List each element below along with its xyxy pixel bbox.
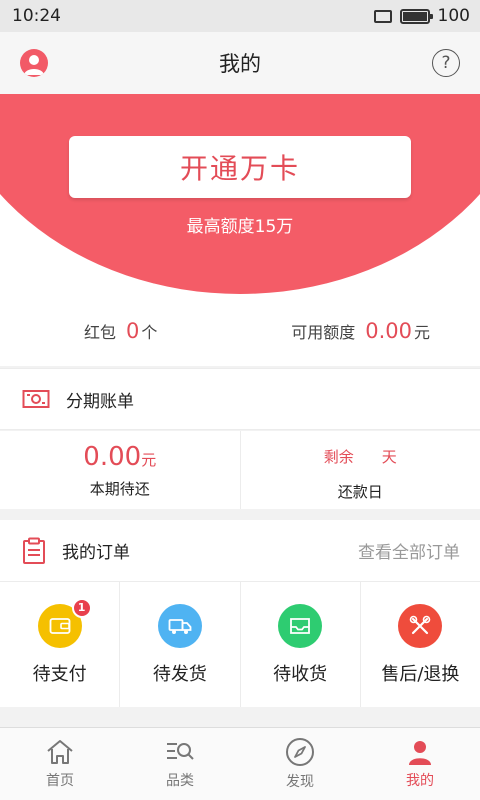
bill-icon (22, 390, 50, 408)
compass-icon (286, 738, 314, 766)
order-after-sales-label: 售后/退换 (381, 663, 460, 685)
person-icon (409, 741, 431, 765)
status-bar: 10:24 100 (0, 0, 480, 32)
truck-icon (157, 603, 202, 648)
order-pending-payment-label: 待支付 (32, 663, 87, 685)
installment-details: 0.00元 本期待还 剩余天 还款日 (0, 431, 480, 509)
order-pending-payment[interactable]: 1 待支付 (0, 582, 119, 707)
help-icon[interactable]: ? (432, 49, 460, 77)
bottom-tab-bar: 首页 品类 发现 我的 (0, 727, 480, 800)
red-packet-unit: 个 (141, 323, 158, 342)
avatar-icon[interactable] (20, 49, 48, 77)
open-card-button[interactable]: 开通万卡 (69, 136, 411, 198)
battery-level: 100 (437, 6, 470, 26)
order-pending-shipment-label: 待发货 (152, 663, 207, 685)
order-status-row: 1 待支付 待发货 待收货 售后/退换 (0, 582, 480, 707)
tab-home-label: 首页 (46, 773, 74, 789)
available-credit-unit: 元 (413, 323, 430, 342)
order-pending-receipt-label: 待收货 (273, 663, 328, 685)
battery-icon (399, 8, 433, 24)
installment-title: 分期账单 (66, 391, 134, 412)
available-credit-summary[interactable]: 可用额度 0.00 元 (291, 319, 430, 343)
balance-summary: 红包 0 个 可用额度 0.00 元 (0, 296, 480, 366)
tab-home[interactable]: 首页 (0, 728, 120, 800)
tab-mine-label: 我的 (406, 773, 434, 789)
sim-icon (373, 9, 392, 23)
tab-category-label: 品类 (166, 773, 194, 789)
available-credit-label: 可用额度 (291, 323, 356, 342)
tab-mine[interactable]: 我的 (360, 728, 480, 800)
pending-payment-badge: 1 (71, 597, 92, 618)
tab-discover[interactable]: 发现 (240, 728, 360, 800)
current-due-cell[interactable]: 0.00元 本期待还 (0, 431, 240, 509)
category-search-icon (167, 743, 194, 760)
wallet-icon: 1 (37, 597, 92, 648)
credit-limit-text: 最高额度15万 (186, 217, 294, 237)
due-date-cell[interactable]: 剩余天 还款日 (239, 431, 480, 509)
days-remaining: 剩余天 (323, 448, 397, 466)
tab-category[interactable]: 品类 (120, 728, 240, 800)
available-credit-value: 0.00 (365, 319, 412, 343)
orders-header: 我的订单 查看全部订单 (0, 520, 480, 582)
tools-icon (398, 603, 443, 648)
hero-banner: 开通万卡 最高额度15万 (0, 94, 480, 296)
order-pending-shipment[interactable]: 待发货 (119, 582, 239, 707)
inbox-icon (278, 603, 323, 648)
current-due-amount: 0.00元 (83, 441, 157, 472)
home-icon (47, 740, 73, 764)
orders-title: 我的订单 (62, 543, 130, 563)
installment-header[interactable]: 分期账单 (0, 368, 480, 430)
clipboard-icon (23, 537, 45, 564)
status-time: 10:24 (12, 6, 61, 26)
page-title: 我的 (219, 52, 261, 76)
order-pending-receipt[interactable]: 待收货 (239, 582, 360, 707)
current-due-label: 本期待还 (89, 479, 150, 498)
red-packet-value: 0 (126, 319, 140, 343)
tab-discover-label: 发现 (286, 774, 314, 790)
due-date-label: 还款日 (337, 482, 383, 501)
order-after-sales[interactable]: 售后/退换 (359, 582, 480, 707)
red-packet-label: 红包 (84, 323, 117, 342)
title-bar: 我的 ? (0, 32, 480, 94)
status-icons: 100 (373, 6, 470, 26)
view-all-orders-link[interactable]: 查看全部订单 (358, 538, 460, 563)
red-packet-summary[interactable]: 红包 0 个 (84, 319, 157, 343)
